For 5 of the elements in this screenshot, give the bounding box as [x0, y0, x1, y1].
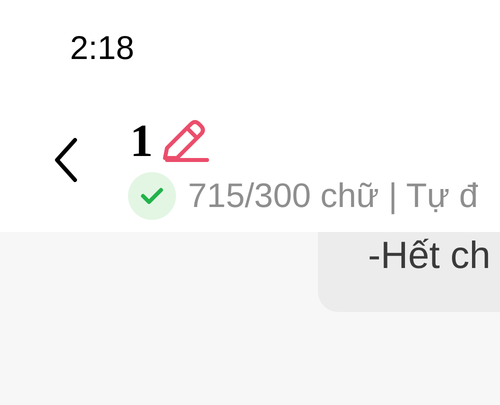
word-count: 715/300 chữ | Tự đ [188, 176, 478, 216]
message-text: -Hết ch [368, 235, 490, 277]
status-time: 2:18 [70, 29, 134, 66]
edit-icon[interactable] [161, 118, 211, 164]
note-title: 1 [130, 116, 153, 166]
